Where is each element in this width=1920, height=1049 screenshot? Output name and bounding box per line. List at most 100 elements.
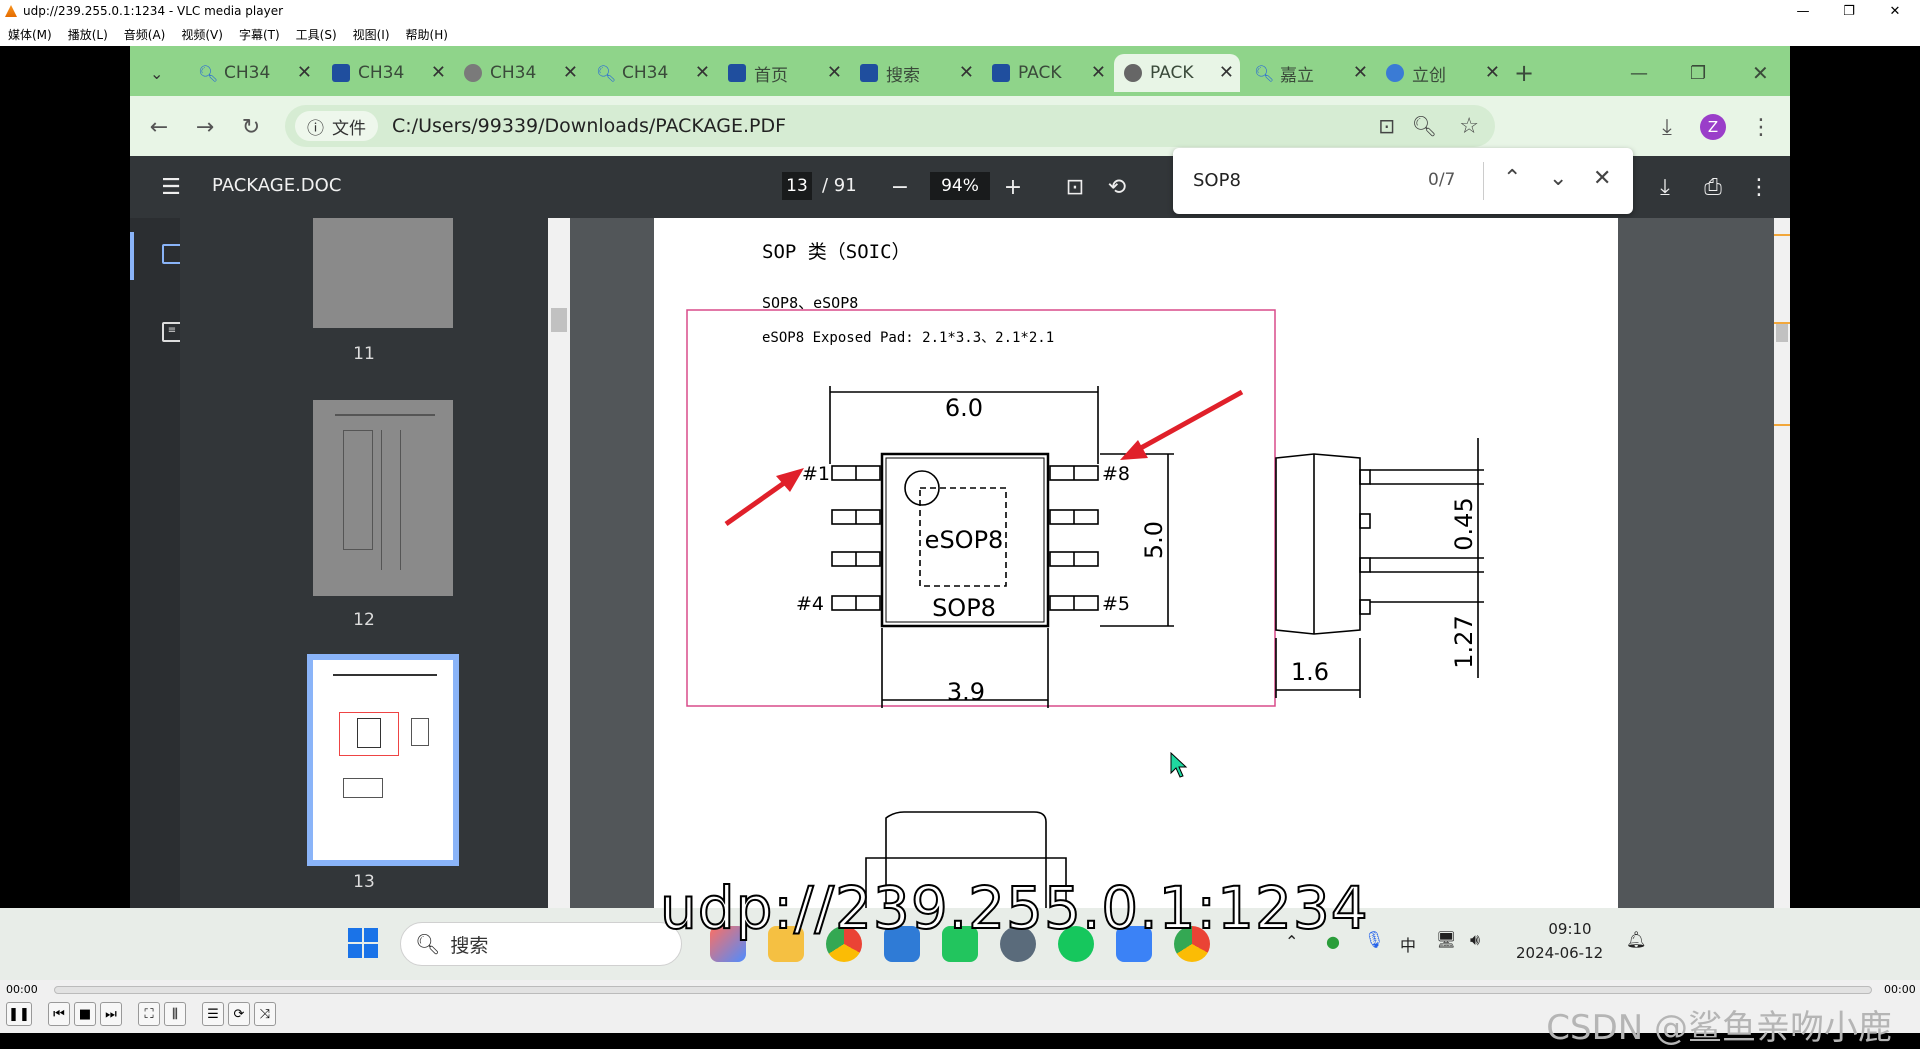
tab-4[interactable]: 首页 ✕: [718, 54, 848, 92]
vlc-window-title: udp://239.255.0.1:1234 - VLC media playe…: [23, 4, 284, 18]
thumbnail-scroll-thumb[interactable]: [551, 308, 567, 332]
hamburger-menu-icon[interactable]: ☰: [156, 172, 186, 202]
pdf-sidebar-rail: ≡: [130, 218, 182, 908]
thumbnail-view-icon[interactable]: [162, 244, 182, 264]
pdf-more-icon[interactable]: ⋮: [1744, 172, 1774, 202]
find-close-icon[interactable]: ✕: [1593, 166, 1611, 191]
video-frame[interactable]: ⌄ 🔍︎ CH34 ✕ CH34 ✕ CH34 ✕ 🔍︎ CH34 ✕ 首页 ✕ 搜索 ✕ PA…: [0, 46, 1920, 980]
tab-7-active[interactable]: PACK ✕: [1114, 54, 1240, 92]
reload-icon[interactable]: ↻: [238, 114, 264, 140]
close-icon[interactable]: ✕: [1219, 62, 1234, 83]
close-icon[interactable]: ✕: [1353, 62, 1368, 83]
find-next-icon[interactable]: ⌄: [1549, 166, 1567, 191]
close-icon[interactable]: ✕: [959, 62, 974, 83]
find-input[interactable]: [1193, 165, 1393, 195]
thumbnail-scrollbar[interactable]: [548, 218, 570, 908]
close-icon[interactable]: ✕: [1091, 62, 1106, 83]
lens-icon[interactable]: ⊡: [1378, 114, 1395, 138]
pause-icon: ❚❚: [8, 1006, 30, 1022]
equalizer-icon: ⫼: [172, 1006, 178, 1022]
volume-icon[interactable]: 🔊︎: [1470, 930, 1480, 950]
url-text[interactable]: C:/Users/99339/Downloads/PACKAGE.PDF: [392, 115, 786, 137]
menu-playback[interactable]: 播放(L): [60, 26, 116, 43]
menu-view[interactable]: 视图(I): [345, 26, 398, 43]
thumbnail-page-12[interactable]: [313, 400, 453, 596]
menu-subtitle[interactable]: 字幕(T): [231, 26, 288, 43]
tab-2[interactable]: CH34 ✕: [454, 54, 584, 92]
stop-button[interactable]: ■: [74, 1002, 96, 1026]
thumbnail-page-11[interactable]: [313, 218, 453, 328]
restore-icon[interactable]: ❐: [1690, 54, 1720, 92]
profile-avatar[interactable]: Z: [1700, 114, 1726, 140]
dim-height: 5.0: [1140, 521, 1168, 559]
find-previous-icon[interactable]: ⌃: [1503, 166, 1521, 191]
menu-audio[interactable]: 音频(A): [116, 26, 174, 43]
playlist-button[interactable]: ☰: [202, 1002, 224, 1026]
thumbnail-label-12: 12: [353, 610, 375, 630]
fullscreen-button[interactable]: ⛶: [138, 1002, 160, 1026]
menu-help[interactable]: 帮助(H): [398, 26, 456, 43]
maximize-icon[interactable]: ❐: [1826, 0, 1872, 22]
loop-button[interactable]: ⟳: [228, 1002, 250, 1026]
tab-9[interactable]: 立创 ✕: [1376, 54, 1506, 92]
new-tab-button[interactable]: +: [1514, 54, 1544, 92]
tab-8[interactable]: 🔍︎ 嘉立 ✕: [1244, 54, 1374, 92]
print-icon[interactable]: ⎙: [1698, 172, 1728, 202]
back-icon[interactable]: ←: [146, 114, 172, 140]
previous-button[interactable]: ⏮: [48, 1002, 70, 1026]
seek-bar[interactable]: [54, 986, 1872, 994]
outline-view-icon[interactable]: ≡: [162, 322, 182, 342]
notification-bell-icon[interactable]: 🔔︎: [1626, 930, 1646, 949]
ime-indicator[interactable]: 中: [1400, 932, 1416, 956]
clock-time[interactable]: 09:10: [1530, 920, 1610, 938]
search-icon: 🔍︎: [198, 64, 219, 83]
close-icon[interactable]: ✕: [1485, 62, 1500, 83]
zoom-level-input[interactable]: 94%: [930, 172, 990, 200]
next-button[interactable]: ⏭: [100, 1002, 122, 1026]
menu-video[interactable]: 视频(V): [173, 26, 231, 43]
rotate-icon[interactable]: ⟲: [1102, 172, 1132, 202]
tab-0[interactable]: 🔍︎ CH34 ✕: [188, 54, 318, 92]
zoom-out-icon[interactable]: −: [885, 172, 915, 202]
tab-6[interactable]: PACK ✕: [982, 54, 1112, 92]
windows-start-icon[interactable]: [348, 928, 378, 958]
tab-5[interactable]: 搜索 ✕: [850, 54, 980, 92]
menu-media[interactable]: 媒体(M): [0, 26, 60, 43]
more-menu-icon[interactable]: ⋮: [1748, 114, 1774, 140]
tab-search-button[interactable]: ⌄: [140, 54, 180, 92]
thumbnail-label-11: 11: [353, 344, 375, 364]
document-scrollbar[interactable]: [1774, 218, 1790, 908]
tab-1[interactable]: CH34 ✕: [322, 54, 452, 92]
pdf-download-icon[interactable]: ⤓: [1650, 172, 1680, 202]
menu-tools[interactable]: 工具(S): [288, 26, 345, 43]
document-scroll-thumb[interactable]: [1776, 322, 1788, 342]
close-icon[interactable]: ✕: [431, 62, 446, 83]
close-icon[interactable]: ✕: [1872, 0, 1918, 22]
file-chip[interactable]: ⓘ 文件: [295, 111, 378, 141]
network-icon[interactable]: 🖥︎: [1436, 930, 1456, 949]
taskbar-search-box[interactable]: 🔍︎ 搜索: [400, 922, 682, 966]
close-icon[interactable]: ✕: [563, 62, 578, 83]
clock-date[interactable]: 2024-06-12: [1516, 944, 1603, 962]
page-number-input[interactable]: 13: [782, 172, 812, 200]
close-icon[interactable]: ✕: [827, 62, 842, 83]
omnibox[interactable]: ⓘ 文件 C:/Users/99339/Downloads/PACKAGE.PDF…: [285, 105, 1495, 147]
minimize-icon[interactable]: —: [1630, 54, 1660, 92]
zoom-in-icon[interactable]: +: [998, 172, 1028, 202]
close-icon[interactable]: ✕: [297, 62, 312, 83]
fit-page-icon[interactable]: ⊡: [1060, 172, 1090, 202]
mouse-cursor-icon: [1170, 752, 1188, 778]
tab-3[interactable]: 🔍︎ CH34 ✕: [586, 54, 716, 92]
bookmark-star-icon[interactable]: ☆: [1459, 114, 1479, 139]
extended-settings-button[interactable]: ⫼: [164, 1002, 186, 1026]
minimize-icon[interactable]: —: [1780, 0, 1826, 22]
zoom-icon[interactable]: 🔍︎: [1412, 114, 1437, 138]
shuffle-button[interactable]: ⤨: [254, 1002, 276, 1026]
pdf-document-area[interactable]: SOP 类（SOIC） SOP8、eSOP8 eSOP8 Exposed Pad…: [570, 218, 1774, 908]
thumbnail-page-13-current[interactable]: [307, 654, 459, 866]
download-icon[interactable]: ⤓: [1654, 114, 1680, 140]
pause-button[interactable]: ❚❚: [6, 1002, 32, 1026]
close-icon[interactable]: ✕: [695, 62, 710, 83]
forward-icon[interactable]: →: [192, 114, 218, 140]
close-icon[interactable]: ✕: [1752, 54, 1782, 92]
